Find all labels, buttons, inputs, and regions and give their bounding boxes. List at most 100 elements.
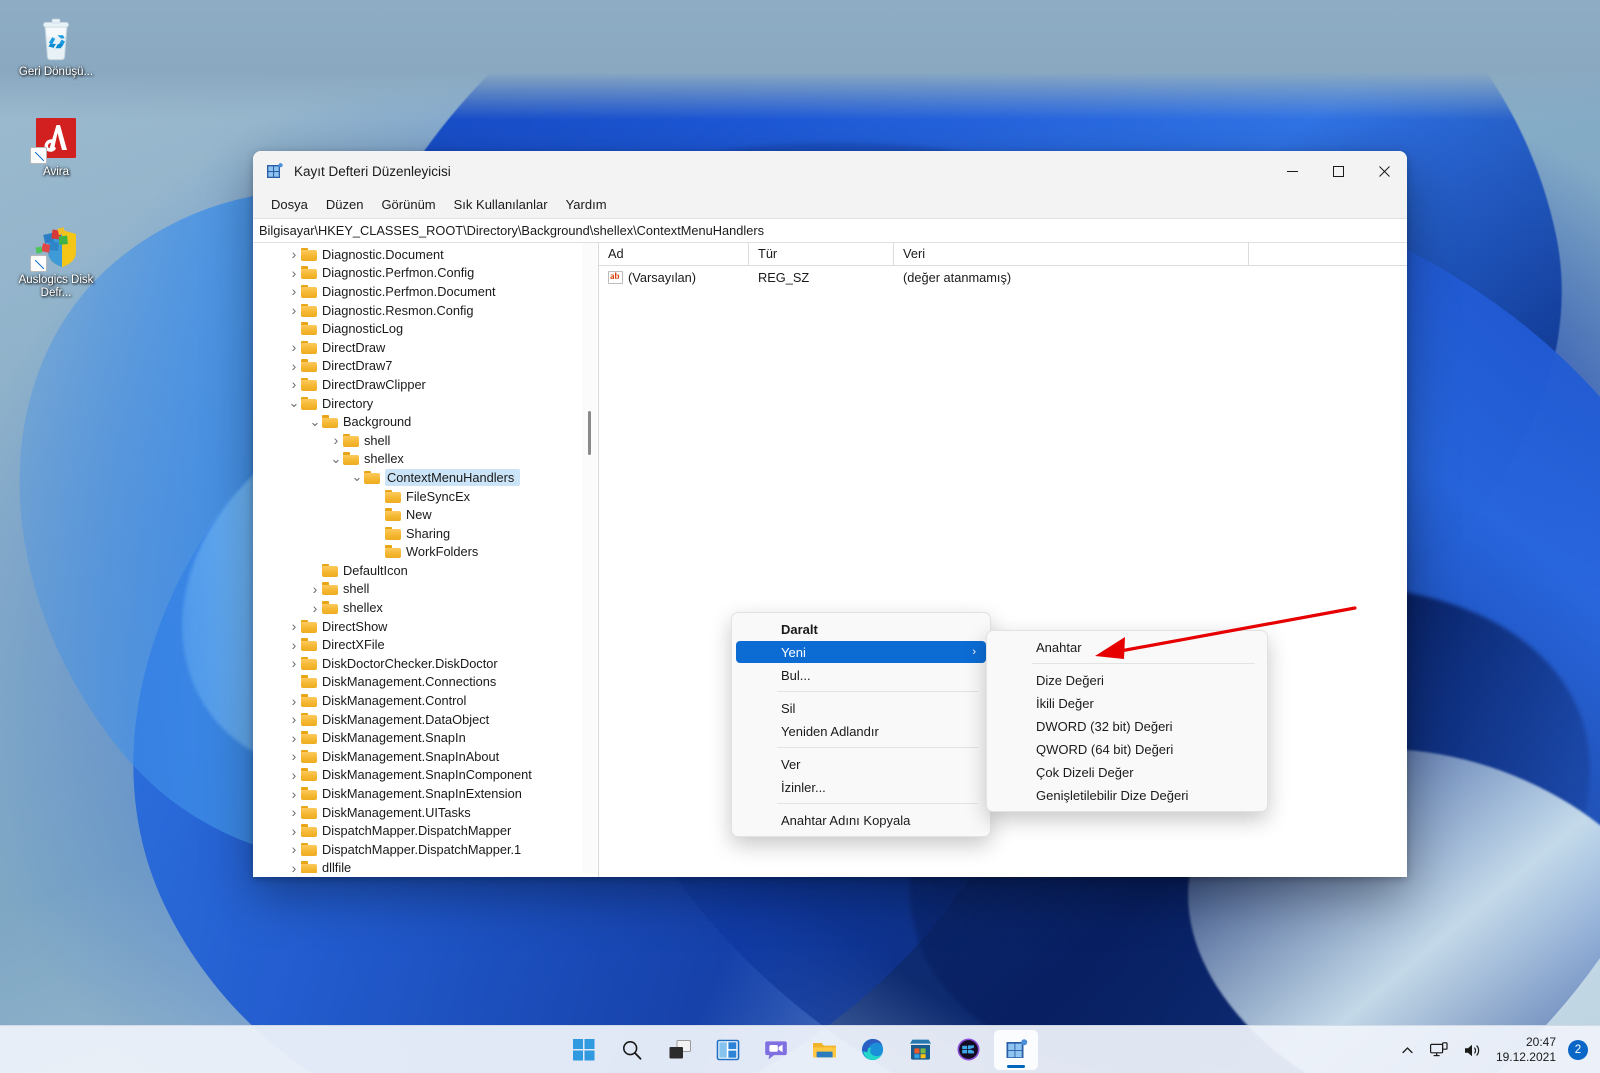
chevron-right-icon[interactable]: › [287,805,301,819]
tree-vertical-scrollbar[interactable] [582,243,597,873]
context-menu-item-bul[interactable]: Bul... [736,664,986,686]
chevron-right-icon[interactable]: › [287,656,301,670]
chevron-right-icon[interactable]: › [287,768,301,782]
menu-dosya[interactable]: Dosya [262,194,317,215]
tree-node-selected[interactable]: ⌄ ContextMenuHandlers [253,468,583,487]
column-header-blank[interactable] [1249,243,1397,265]
taskbar-registry-editor-button[interactable] [994,1029,1038,1070]
tree-node[interactable]: › DiskManagement.Control [253,691,583,710]
submenu-item-anahtar[interactable]: Anahtar [991,636,1263,658]
tree-node[interactable]: › DirectShow [253,617,583,636]
tree-node[interactable]: › shell [253,580,583,599]
context-menu-item-i-zinler[interactable]: İzinler... [736,776,986,798]
menu-d-zen[interactable]: Düzen [317,194,373,215]
taskbar-clock[interactable]: 20:47 19.12.2021 [1490,1035,1564,1065]
context-menu-item-anahtar-ad-n-kopyala[interactable]: Anahtar Adını Kopyala [736,809,986,831]
submenu-item-dize-de-eri[interactable]: Dize Değeri [991,669,1263,691]
tree-node[interactable]: › dllfile [253,859,583,873]
chevron-right-icon[interactable]: › [308,582,322,596]
chevron-right-icon[interactable]: › [287,247,301,261]
tree-node[interactable]: › Diagnostic.Perfmon.Document [253,282,583,301]
chevron-right-icon[interactable]: › [287,824,301,838]
taskbar-system-tray[interactable]: 20:47 19.12.2021 2 [1394,1026,1592,1073]
tree-node[interactable]: › DirectDraw [253,338,583,357]
registry-tree[interactable]: › Diagnostic.Document › Diagnostic.Perfmon.… [253,243,583,873]
taskbar-edge-button[interactable] [850,1030,894,1070]
tree-node[interactable]: New [253,505,583,524]
column-header-tür[interactable]: Tür [749,243,894,265]
chevron-right-icon[interactable]: › [287,359,301,373]
chevron-right-icon[interactable]: › [287,712,301,726]
tree-node[interactable]: ⌄ Directory [253,394,583,413]
column-header-veri[interactable]: Veri [894,243,1249,265]
chevron-right-icon[interactable]: › [329,433,343,447]
context-menu-item-yeniden-adland-r[interactable]: Yeniden Adlandır [736,720,986,742]
registry-editor-window[interactable]: Kayıt Defteri Düzenleyicisi Dosya Düzen Gö… [253,151,1407,877]
chevron-right-icon[interactable]: › [287,284,301,298]
context-menu-item-ver[interactable]: Ver [736,753,986,775]
chevron-up-icon[interactable] [1394,1031,1421,1069]
chevron-down-icon[interactable]: ⌄ [308,415,322,428]
taskbar[interactable]: 20:47 19.12.2021 2 [0,1025,1600,1073]
chevron-right-icon[interactable]: › [287,787,301,801]
chevron-right-icon[interactable]: › [287,694,301,708]
close-button[interactable] [1361,151,1407,191]
taskbar-task-view-button[interactable] [658,1030,702,1070]
submenu-item-dword-32-bit-de-eri[interactable]: DWORD (32 bit) Değeri [991,715,1263,737]
tree-node[interactable]: › shell [253,431,583,450]
chevron-down-icon[interactable]: ⌄ [329,452,343,465]
context-menu-item-sil[interactable]: Sil [736,697,986,719]
chevron-right-icon[interactable]: › [287,340,301,354]
menu-bar[interactable]: Dosya Düzen Görünüm Sık Kullanılanlar Yardım [253,191,1407,219]
tree-node[interactable]: ⌄ shellex [253,450,583,469]
chevron-down-icon[interactable]: ⌄ [350,470,364,483]
menu-s-k-kullan-lanlar[interactable]: Sık Kullanılanlar [445,194,557,215]
notification-badge[interactable]: 2 [1568,1040,1588,1060]
submenu-item-qword-64-bit-de-eri[interactable]: QWORD (64 bit) Değeri [991,738,1263,760]
tree-node[interactable]: › Diagnostic.Resmon.Config [253,301,583,320]
taskbar-chat-button[interactable] [754,1030,798,1070]
chevron-down-icon[interactable]: ⌄ [287,396,301,409]
tree-node[interactable]: DiagnosticLog [253,319,583,338]
submenu-item-i-kili-de-er[interactable]: İkili Değer [991,692,1263,714]
tree-node[interactable]: › DiskManagement.UITasks [253,803,583,822]
tree-node[interactable]: › DirectXFile [253,635,583,654]
new-submenu[interactable]: Anahtar Dize Değeri İkili Değer DWORD (32 b… [986,630,1268,812]
tree-node[interactable]: ⌄ Background [253,412,583,431]
desktop-icon-auslogics-disk-defrag[interactable]: Auslogics Disk Defr... [10,222,102,300]
tree-node[interactable]: FileSyncEx [253,487,583,506]
taskbar-microsoft-store-button[interactable] [898,1030,942,1070]
context-menu[interactable]: Daralt Yeni › Bul... Sil Yeniden Adlandır Ver İ… [731,612,991,837]
maximize-button[interactable] [1315,151,1361,191]
tree-node[interactable]: DefaultIcon [253,561,583,580]
window-titlebar[interactable]: Kayıt Defteri Düzenleyicisi [253,151,1407,191]
chevron-right-icon[interactable]: › [287,266,301,280]
chevron-right-icon[interactable]: › [287,749,301,763]
context-menu-item-daralt[interactable]: Daralt [736,618,986,640]
chevron-right-icon[interactable]: › [287,731,301,745]
tree-node[interactable]: › DirectDraw7 [253,357,583,376]
address-bar[interactable]: Bilgisayar\HKEY_CLASSES_ROOT\Directory\B… [253,219,1407,243]
chevron-right-icon[interactable]: › [287,303,301,317]
tree-node[interactable]: › DiskManagement.DataObject [253,710,583,729]
chevron-right-icon[interactable]: › [287,377,301,391]
network-icon[interactable] [1423,1031,1455,1069]
chevron-right-icon[interactable]: › [308,601,322,615]
tree-node[interactable]: › DiskManagement.SnapIn [253,728,583,747]
chevron-right-icon[interactable]: › [287,619,301,633]
tree-node[interactable]: › DispatchMapper.DispatchMapper.1 [253,840,583,859]
desktop-icon-avira[interactable]: Avira [10,114,102,179]
tree-node[interactable]: DiskManagement.Connections [253,673,583,692]
taskbar-search-button[interactable] [610,1030,654,1070]
submenu-item--ok-dizeli-de-er[interactable]: Çok Dizeli Değer [991,761,1263,783]
taskbar-dark-circle-app-button[interactable] [946,1030,990,1070]
menu-yard-m[interactable]: Yardım [557,194,616,215]
desktop[interactable]: Geri Dönüşü... Avira Auslogics Disk Defr… [0,0,1600,1073]
taskbar-widgets-button[interactable] [706,1030,750,1070]
tree-node[interactable]: › DispatchMapper.DispatchMapper [253,821,583,840]
tree-node[interactable]: › Diagnostic.Perfmon.Config [253,264,583,283]
tree-node[interactable]: WorkFolders [253,543,583,562]
column-header-ad[interactable]: Ad [599,243,749,265]
value-row[interactable]: ab (Varsayılan) REG_SZ (değer atanmamış) [599,266,1407,288]
tree-node[interactable]: Sharing [253,524,583,543]
